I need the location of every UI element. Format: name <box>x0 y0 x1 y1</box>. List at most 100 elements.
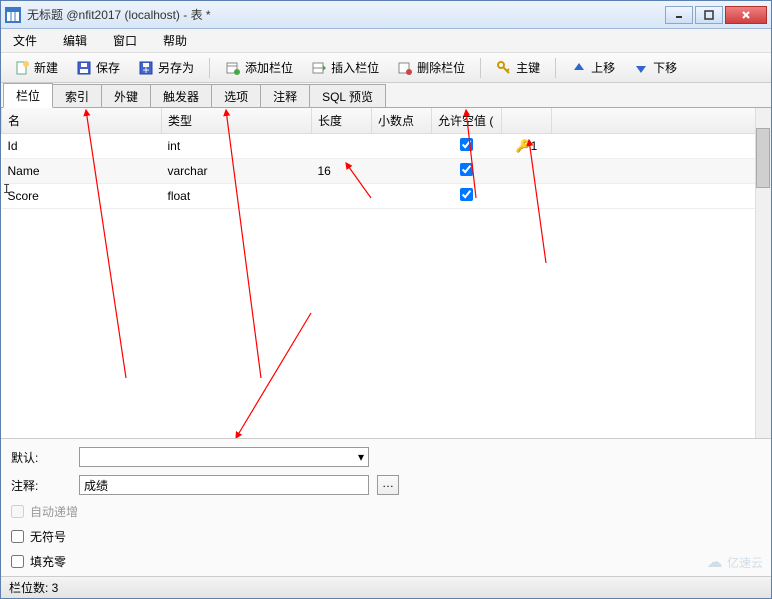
statusbar: 栏位数: 3 <box>1 576 771 598</box>
default-combo[interactable]: ▾ <box>79 447 369 467</box>
cell-nullable[interactable] <box>432 134 502 159</box>
pk-label: 主键 <box>516 59 540 76</box>
col-decimals[interactable]: 小数点 <box>372 108 432 134</box>
table-row[interactable]: Scorefloat <box>2 184 771 209</box>
saveas-icon: + <box>138 60 154 76</box>
col-type[interactable]: 类型 <box>162 108 312 134</box>
grid-wrap: I 名 类型 长度 小数点 允许空值 ( Idint🔑1Namevarchar1… <box>1 108 771 438</box>
cell-name[interactable]: Id <box>2 134 162 159</box>
table-row[interactable]: Namevarchar16 <box>2 159 771 184</box>
toolbar: 新建 保存 + 另存为 添加栏位 插入栏位 删除栏位 主键 上移 下移 <box>1 53 771 83</box>
comment-more-button[interactable]: … <box>377 475 399 495</box>
cell-decimals[interactable] <box>372 134 432 159</box>
annotation-arrow <box>231 308 321 438</box>
content-area: I 名 类型 长度 小数点 允许空值 ( Idint🔑1Namevarchar1… <box>1 107 771 576</box>
saveas-label: 另存为 <box>158 59 194 76</box>
close-button[interactable] <box>725 6 767 24</box>
autoinc-row[interactable]: 自动递增 <box>11 503 761 520</box>
cell-key[interactable]: 🔑1 <box>502 134 552 159</box>
moveup-button[interactable]: 上移 <box>564 56 622 79</box>
watermark: ☁ 亿速云 <box>707 552 763 572</box>
tab-triggers[interactable]: 触发器 <box>150 84 212 108</box>
save-button[interactable]: 保存 <box>69 56 127 79</box>
cell-decimals[interactable] <box>372 159 432 184</box>
menu-edit[interactable]: 编辑 <box>59 30 91 51</box>
autoinc-label: 自动递增 <box>30 503 78 520</box>
addfield-icon <box>225 60 241 76</box>
tab-foreignkeys[interactable]: 外键 <box>101 84 151 108</box>
vertical-scrollbar[interactable] <box>755 108 771 438</box>
autoinc-checkbox[interactable] <box>11 505 24 518</box>
addfield-button[interactable]: 添加栏位 <box>218 56 300 79</box>
separator <box>480 58 481 78</box>
titlebar: 无标题 @nfit2017 (localhost) - 表 * <box>1 1 771 29</box>
cell-type[interactable]: varchar <box>162 159 312 184</box>
comment-label: 注释: <box>11 477 71 494</box>
row-cursor-icon: I <box>3 182 10 196</box>
down-label: 下移 <box>653 59 677 76</box>
cell-type[interactable]: int <box>162 134 312 159</box>
cell-decimals[interactable] <box>372 184 432 209</box>
nullable-checkbox[interactable] <box>460 188 473 201</box>
menubar: 文件 编辑 窗口 帮助 <box>1 29 771 53</box>
col-name[interactable]: 名 <box>2 108 162 134</box>
cell-type[interactable]: float <box>162 184 312 209</box>
tab-options[interactable]: 选项 <box>211 84 261 108</box>
cell-length[interactable] <box>312 134 372 159</box>
default-label: 默认: <box>11 449 71 466</box>
cell-nullable[interactable] <box>432 184 502 209</box>
nullable-checkbox[interactable] <box>460 138 473 151</box>
unsigned-row[interactable]: 无符号 <box>11 528 761 545</box>
arrow-up-icon <box>571 60 587 76</box>
cell-length[interactable] <box>312 184 372 209</box>
menu-help[interactable]: 帮助 <box>159 30 191 51</box>
addfield-label: 添加栏位 <box>245 59 293 76</box>
insertfield-icon <box>311 60 327 76</box>
new-button[interactable]: 新建 <box>7 56 65 79</box>
chevron-down-icon: ▾ <box>358 450 364 464</box>
insertfield-label: 插入栏位 <box>331 59 379 76</box>
zerofill-checkbox[interactable] <box>11 555 24 568</box>
cell-spacer <box>552 184 771 209</box>
col-key[interactable] <box>502 108 552 134</box>
nullable-checkbox[interactable] <box>460 163 473 176</box>
window-title: 无标题 @nfit2017 (localhost) - 表 * <box>27 6 665 23</box>
arrow-down-icon <box>633 60 649 76</box>
tab-fields[interactable]: 栏位 <box>3 83 53 108</box>
up-label: 上移 <box>591 59 615 76</box>
field-properties-panel: 默认: ▾ 注释: … 自动递增 无符号 填充零 <box>1 438 771 576</box>
movedown-button[interactable]: 下移 <box>626 56 684 79</box>
delfield-button[interactable]: 删除栏位 <box>390 56 472 79</box>
cell-key[interactable] <box>502 159 552 184</box>
svg-text:+: + <box>143 63 150 76</box>
new-label: 新建 <box>34 59 58 76</box>
save-label: 保存 <box>96 59 120 76</box>
cell-spacer <box>552 134 771 159</box>
fields-grid[interactable]: 名 类型 长度 小数点 允许空值 ( Idint🔑1Namevarchar16S… <box>1 108 771 209</box>
minimize-button[interactable] <box>665 6 693 24</box>
cell-key[interactable] <box>502 184 552 209</box>
tab-sqlpreview[interactable]: SQL 预览 <box>309 84 386 108</box>
menu-window[interactable]: 窗口 <box>109 30 141 51</box>
zerofill-row[interactable]: 填充零 <box>11 553 761 570</box>
col-nullable[interactable]: 允许空值 ( <box>432 108 502 134</box>
comment-input[interactable] <box>79 475 369 495</box>
cell-spacer <box>552 159 771 184</box>
saveas-button[interactable]: + 另存为 <box>131 56 201 79</box>
cell-length[interactable]: 16 <box>312 159 372 184</box>
cell-name[interactable]: Name <box>2 159 162 184</box>
tab-indexes[interactable]: 索引 <box>52 84 102 108</box>
tab-comment[interactable]: 注释 <box>260 84 310 108</box>
delfield-label: 删除栏位 <box>417 59 465 76</box>
maximize-button[interactable] <box>695 6 723 24</box>
new-icon <box>14 60 30 76</box>
col-length[interactable]: 长度 <box>312 108 372 134</box>
table-row[interactable]: Idint 🔑1 <box>2 134 771 159</box>
unsigned-checkbox[interactable] <box>11 530 24 543</box>
menu-file[interactable]: 文件 <box>9 30 41 51</box>
primarykey-button[interactable]: 主键 <box>489 56 547 79</box>
scrollbar-thumb[interactable] <box>756 128 770 188</box>
cell-name[interactable]: Score <box>2 184 162 209</box>
cell-nullable[interactable] <box>432 159 502 184</box>
insertfield-button[interactable]: 插入栏位 <box>304 56 386 79</box>
